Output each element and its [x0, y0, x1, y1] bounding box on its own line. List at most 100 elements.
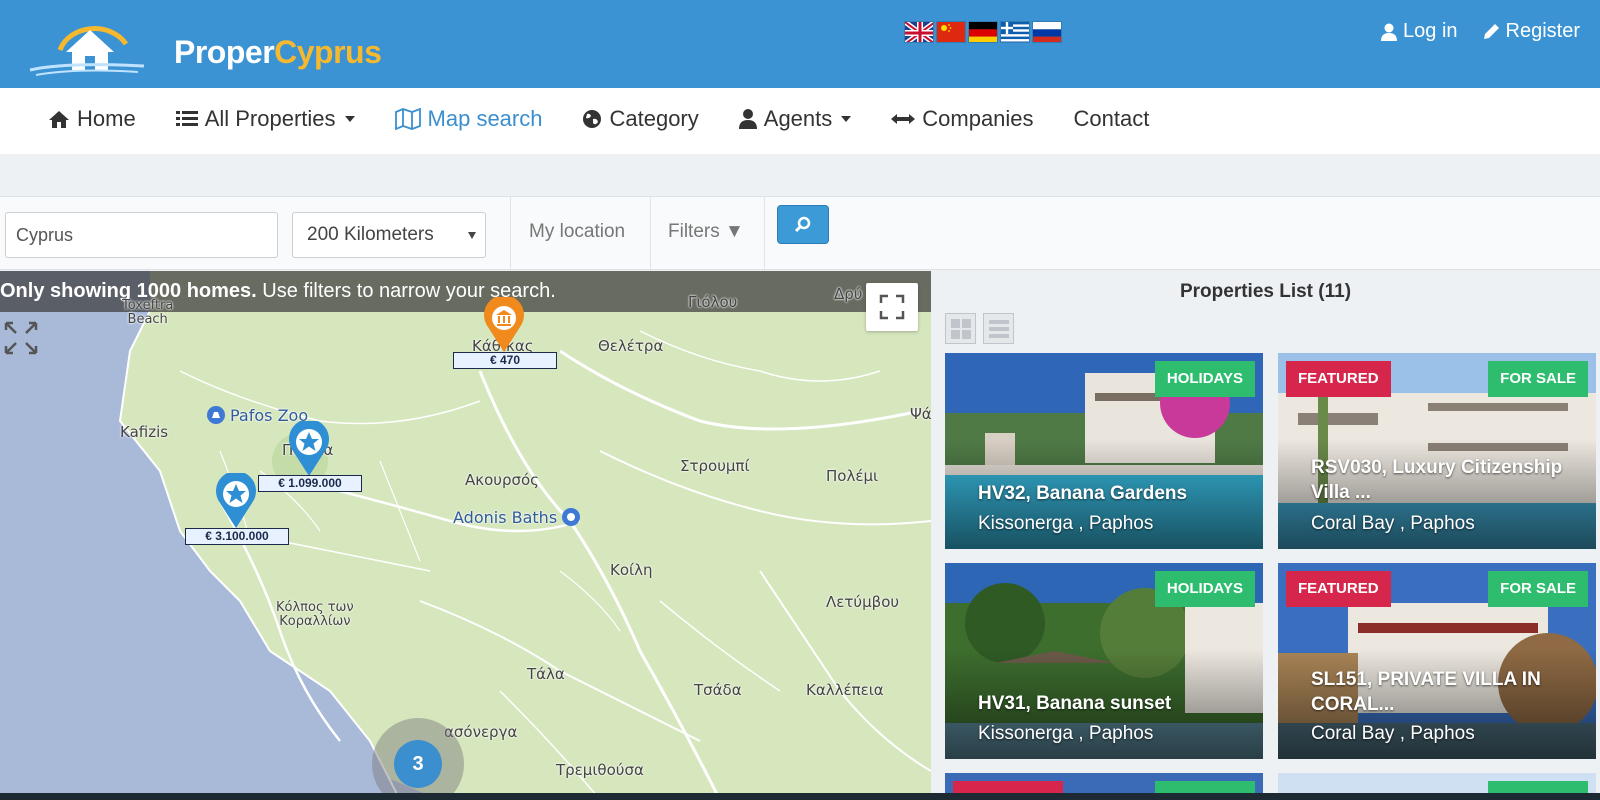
property-marker[interactable] — [214, 473, 258, 529]
list-icon — [988, 319, 1009, 338]
fullscreen-button[interactable] — [866, 283, 918, 331]
expand-map-icon[interactable] — [4, 321, 38, 355]
properties-list-panel: Properties List (11) HOLIDAYS HV32, Bana… — [931, 271, 1600, 800]
russia-flag-icon[interactable] — [1032, 21, 1062, 43]
top-header: ProperCyprus Log in Register — [0, 0, 1600, 88]
place-label: Τσάδα — [694, 681, 742, 699]
chevron-down-icon — [468, 232, 476, 239]
map-search-bar: 200 Kilometers My location Filters ▼ — [0, 196, 1600, 271]
login-label: Log in — [1403, 20, 1458, 42]
property-price-tag[interactable]: € 3.100.000 — [185, 528, 289, 545]
login-link[interactable]: Log in — [1381, 20, 1458, 43]
place-label: Toxeftra Beach — [122, 298, 174, 327]
poi-label: Adonis Baths — [453, 507, 558, 527]
property-card[interactable]: HOLIDAYS HV31, Banana sunset Kissonerga … — [945, 563, 1263, 759]
register-label: Register — [1505, 20, 1580, 42]
poi-adonis-baths[interactable]: Adonis Baths — [453, 507, 581, 527]
auth-links: Log in Register — [1381, 20, 1580, 43]
logo-text: ProperCyprus — [174, 34, 382, 71]
place-label: Δρύ — [834, 285, 863, 303]
property-marker[interactable] — [287, 421, 331, 477]
place-label: Τάλα — [527, 665, 565, 683]
place-label: Ακουρσός — [465, 471, 539, 489]
status-badge: FOR SALE — [1488, 571, 1588, 607]
main-nav: Home All Properties Map search Category … — [0, 88, 1600, 154]
chevron-down-icon — [344, 116, 355, 122]
property-title[interactable]: RSV030, Luxury Citizenship Villa ... — [1311, 455, 1586, 505]
place-label: Θελέτρα — [598, 337, 664, 355]
place-label: Kafizis — [120, 423, 169, 441]
property-title[interactable]: HV32, Banana Gardens — [978, 481, 1253, 506]
map-icon — [394, 108, 421, 130]
user-icon — [1381, 23, 1398, 41]
my-location-button[interactable]: My location — [529, 221, 625, 243]
logo-word-proper: Proper — [174, 34, 275, 70]
place-label: Καλλέπεια — [806, 681, 884, 699]
property-card[interactable]: FEATURED FOR SALE RSV030, Luxury Citizen… — [1278, 353, 1596, 549]
greece-flag-icon[interactable] — [1000, 21, 1030, 43]
attraction-poi-icon — [562, 508, 581, 526]
property-price-tag[interactable]: € 470 — [453, 352, 557, 369]
property-marker[interactable] — [482, 297, 526, 353]
featured-badge: FEATURED — [1286, 361, 1391, 397]
nav-companies[interactable]: Companies — [891, 106, 1034, 132]
featured-badge: FEATURED — [1286, 571, 1391, 607]
home-icon — [49, 110, 69, 128]
place-label: Λετύμβου — [826, 593, 900, 611]
window-bottom-edge — [0, 793, 1600, 800]
arrows-horizontal-icon — [891, 114, 916, 124]
property-card[interactable]: HOLIDAYS HV32, Banana Gardens Kissonerga… — [945, 353, 1263, 549]
globe-icon — [583, 110, 602, 128]
nav-companies-label: Companies — [922, 106, 1034, 131]
site-logo[interactable]: ProperCyprus — [26, 12, 386, 76]
property-location: Kissonerga , Paphos — [978, 723, 1154, 744]
place-label: Στρουμπί — [680, 457, 750, 475]
property-card[interactable]: FEATURED FOR SALE SL151, PRIVATE VILLA I… — [1278, 563, 1596, 759]
property-price-tag[interactable]: € 1.099.000 — [258, 475, 362, 492]
place-label: Ψά — [910, 405, 931, 423]
search-button[interactable] — [777, 205, 829, 244]
grid-icon — [950, 318, 971, 339]
nav-map-search-label: Map search — [427, 106, 543, 131]
nav-category[interactable]: Category — [582, 106, 699, 132]
map-tiles — [0, 271, 931, 800]
place-label: Τρεμιθούσα — [556, 761, 644, 779]
germany-flag-icon[interactable] — [968, 21, 998, 43]
grid-view-button[interactable] — [945, 313, 976, 344]
nav-agents[interactable]: Agents — [738, 106, 852, 132]
status-badge: HOLIDAYS — [1154, 361, 1255, 397]
uk-flag-icon[interactable] — [904, 21, 934, 43]
nav-contact-label: Contact — [1073, 106, 1150, 131]
filters-button[interactable]: Filters ▼ — [668, 221, 744, 243]
pencil-icon — [1483, 23, 1499, 39]
register-link[interactable]: Register — [1482, 20, 1580, 43]
nav-category-label: Category — [609, 106, 699, 131]
place-label: Κόλπος των Κοραλλίων — [276, 600, 354, 629]
nav-map-search[interactable]: Map search — [394, 106, 543, 132]
nav-all-properties-label: All Properties — [204, 106, 336, 131]
chevron-down-icon — [841, 116, 852, 122]
property-title[interactable]: SL151, PRIVATE VILLA IN CORAL... — [1311, 667, 1586, 717]
map-view[interactable]: Only showing 1000 homes. Use filters to … — [0, 271, 931, 800]
property-location: Coral Bay , Paphos — [1311, 513, 1475, 534]
nav-contact[interactable]: Contact — [1074, 106, 1150, 132]
logo-word-cyprus: Cyprus — [274, 34, 382, 70]
cluster-count: 3 — [394, 740, 442, 788]
location-input[interactable] — [5, 212, 278, 258]
user-icon — [738, 109, 757, 129]
divider — [764, 197, 765, 271]
list-view-button[interactable] — [983, 313, 1014, 344]
nav-agents-label: Agents — [763, 106, 833, 131]
china-flag-icon[interactable] — [936, 21, 966, 43]
radius-select[interactable]: 200 Kilometers — [292, 212, 486, 258]
search-icon — [794, 216, 811, 232]
place-label: Γιόλου — [688, 293, 738, 311]
spacer-strip — [0, 154, 1600, 196]
property-title[interactable]: HV31, Banana sunset — [978, 691, 1253, 716]
nav-home-label: Home — [77, 106, 136, 131]
marker-cluster[interactable]: 3 — [372, 718, 464, 800]
divider — [510, 197, 511, 271]
nav-home[interactable]: Home — [48, 106, 136, 132]
status-badge: HOLIDAYS — [1154, 571, 1255, 607]
nav-all-properties[interactable]: All Properties — [175, 106, 355, 132]
